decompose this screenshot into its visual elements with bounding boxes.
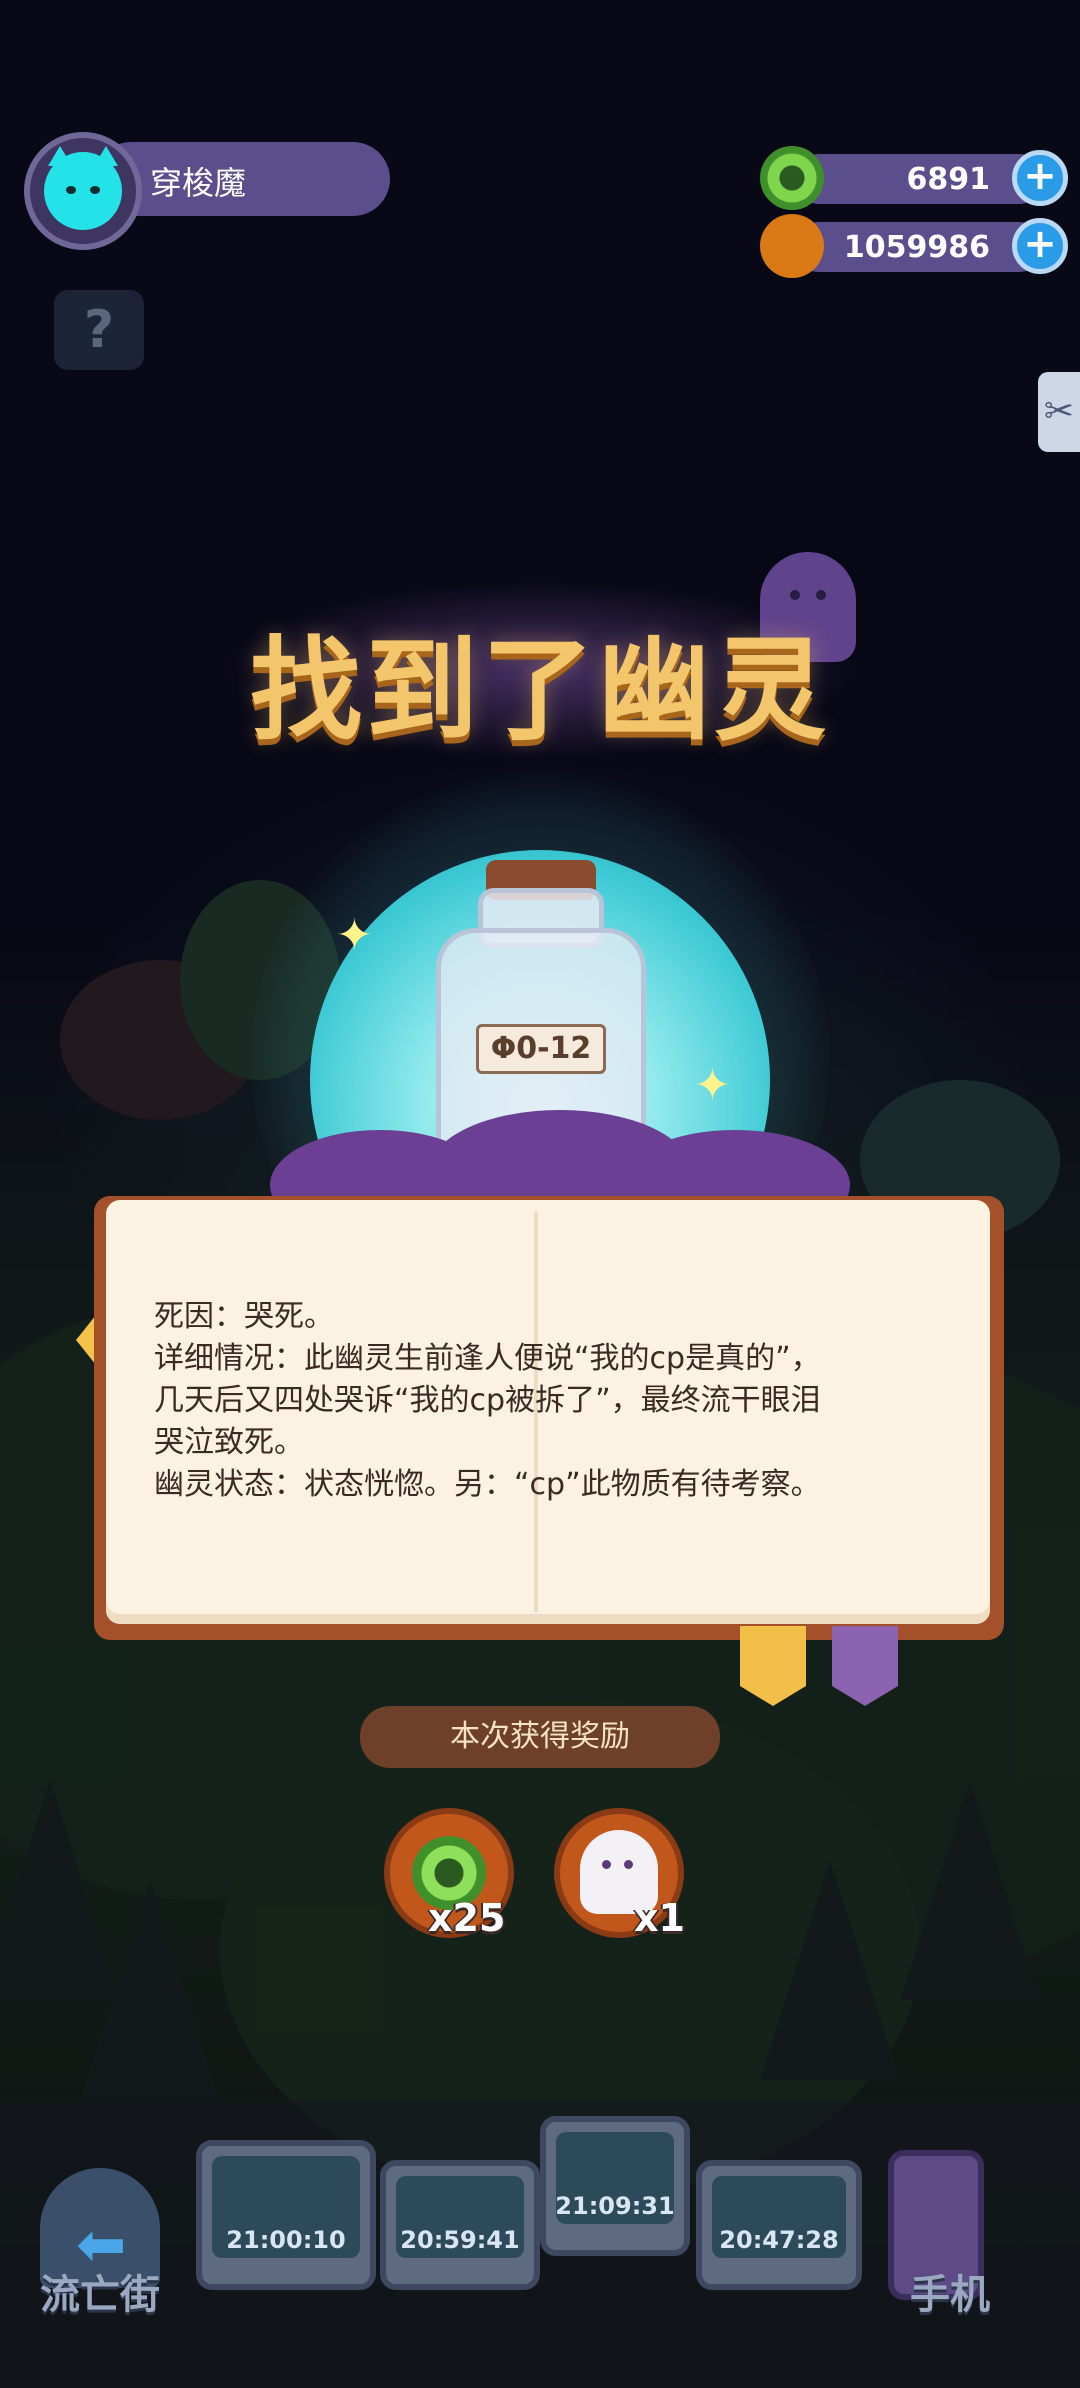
book-ribbon: [740, 1626, 806, 1706]
death-cause-line: 死因：哭死。: [154, 1299, 334, 1334]
timer-text: 21:00:10: [226, 2226, 346, 2254]
timer-station[interactable]: 20:47:28: [696, 2160, 862, 2290]
add-gold-coin-button[interactable]: +: [1012, 218, 1068, 274]
book-ribbon: [832, 1626, 898, 1706]
avatar-ear: [94, 146, 118, 166]
gold-coin-icon: [760, 214, 824, 278]
timer-station[interactable]: 20:59:41: [380, 2160, 540, 2290]
details-line: 详细情况：此幽灵生前逢人便说“我的cp是真的”，: [154, 1341, 821, 1376]
gold-coin-counter: 1059986 +: [760, 214, 1070, 278]
reward-item-green-coin[interactable]: x25: [384, 1808, 520, 1944]
phone-label[interactable]: 手机: [910, 2262, 990, 2320]
green-coin-value: 6891: [906, 162, 991, 197]
player-profile[interactable]: 穿梭魔: [24, 132, 390, 250]
green-coin-icon: [760, 146, 824, 210]
avatar-eye: [90, 186, 100, 194]
avatar-ear: [48, 146, 72, 166]
side-tab-icon[interactable]: ✂: [1038, 372, 1080, 452]
ghost-description: 死因：哭死。 详细情况：此幽灵生前逢人便说“我的cp是真的”， 几天后又四处哭诉…: [154, 1296, 954, 1506]
reward-count: x25: [428, 1896, 506, 1940]
avatar-frame[interactable]: [24, 132, 142, 250]
timer-text: 20:47:28: [719, 2226, 839, 2254]
sparkle-icon: ✦: [336, 910, 373, 961]
avatar-eye: [66, 186, 76, 194]
found-ghost-title: 找到了幽灵: [250, 626, 830, 756]
mystery-box-icon[interactable]: ?: [54, 290, 144, 370]
timer-text: 20:59:41: [400, 2226, 520, 2254]
avatar: [44, 146, 122, 230]
sparkle-icon: ✦: [694, 1060, 731, 1111]
player-name: 穿梭魔: [150, 164, 247, 202]
green-coin-counter: 6891 +: [760, 146, 1070, 210]
reward-count: x1: [634, 1896, 685, 1940]
timer-station[interactable]: 21:09:31: [540, 2116, 690, 2256]
ghost-status-line: 幽灵状态：状态恍惚。另：“cp”此物质有待考察。: [154, 1467, 821, 1502]
details-line: 几天后又四处哭诉“我的cp被拆了”，最终流干眼泪: [154, 1383, 821, 1418]
add-green-coin-button[interactable]: +: [1012, 150, 1068, 206]
details-line: 哭泣致死。: [154, 1425, 304, 1460]
exile-street-label[interactable]: 流亡街: [40, 2262, 160, 2320]
reward-banner: 本次获得奖励: [360, 1706, 720, 1768]
reward-item-ghost[interactable]: x1: [554, 1808, 690, 1944]
timer-station[interactable]: 21:00:10: [196, 2140, 376, 2290]
gold-coin-value: 1059986: [843, 230, 990, 265]
timer-text: 21:09:31: [555, 2192, 675, 2220]
bottle-label: Φ0-12: [476, 1024, 606, 1074]
